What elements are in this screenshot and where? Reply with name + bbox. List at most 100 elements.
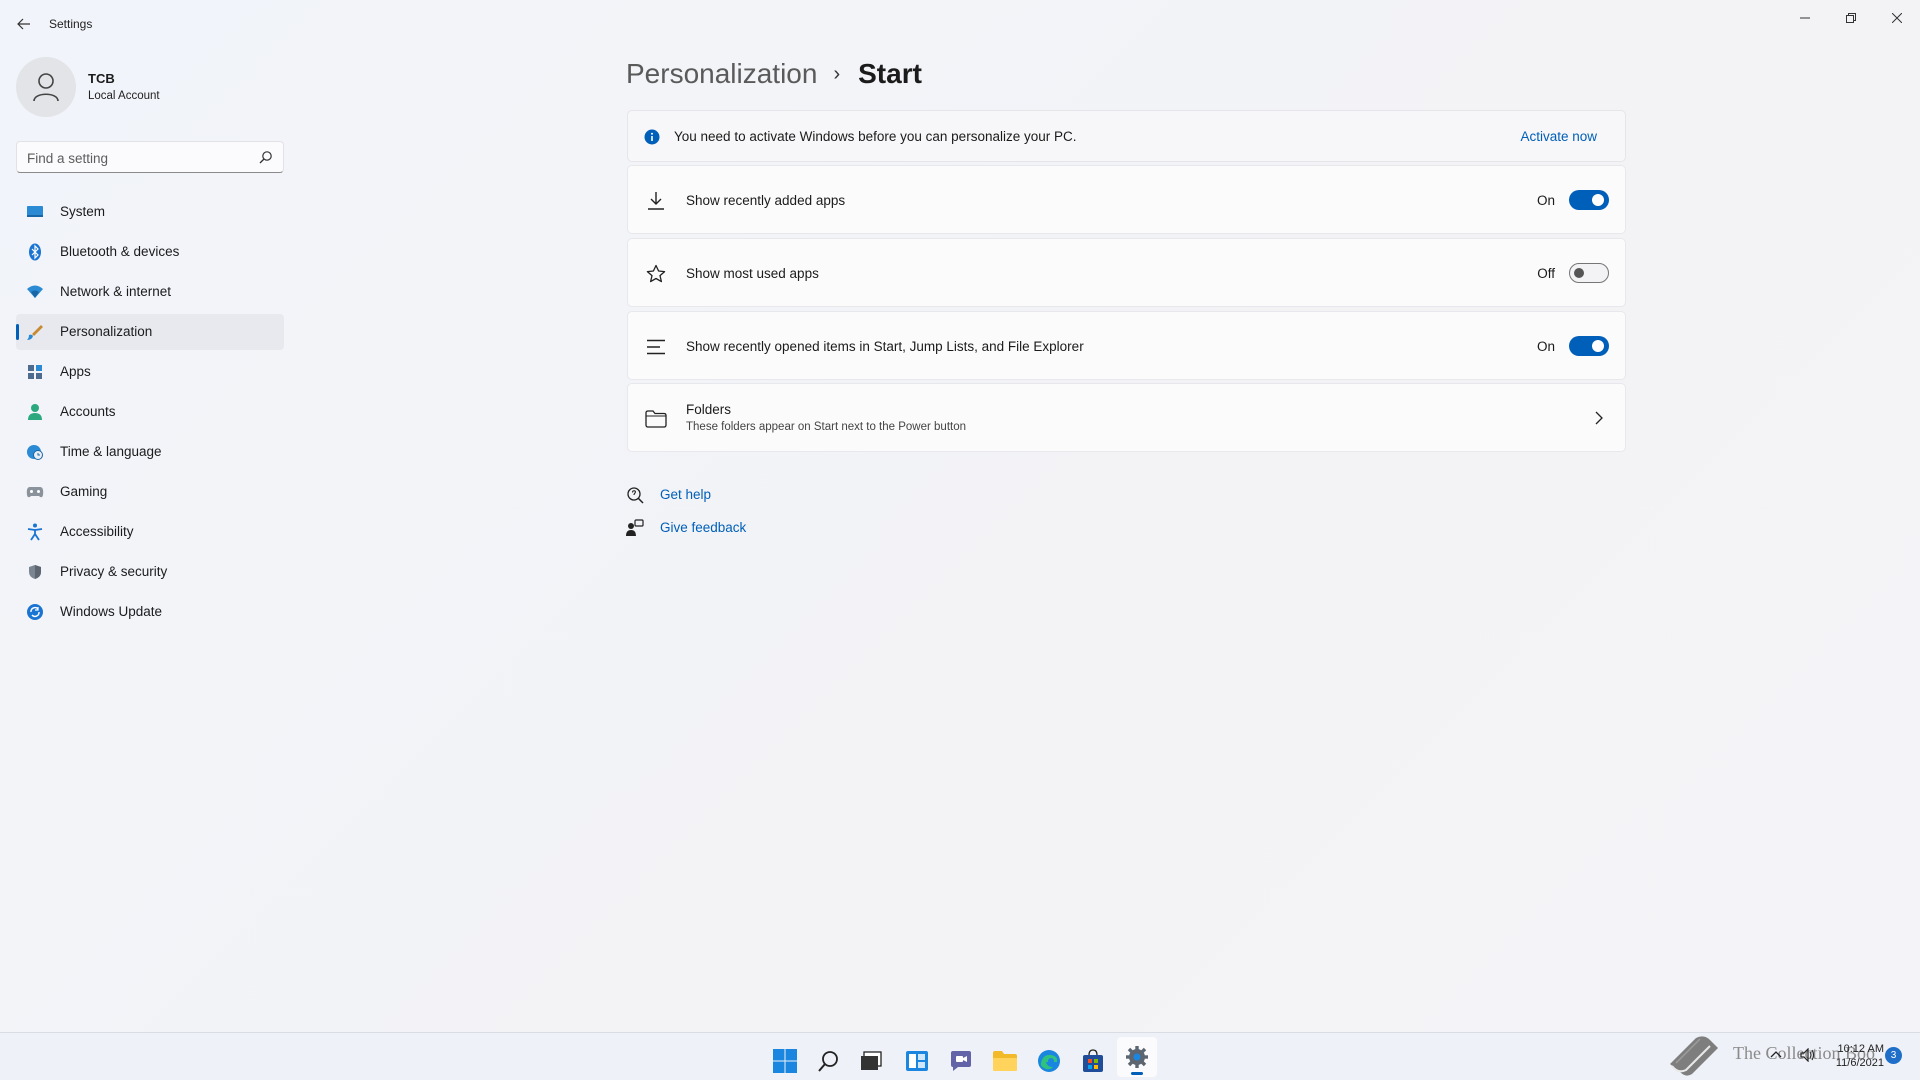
activate-now-link[interactable]: Activate now	[1520, 129, 1597, 144]
folder-icon	[644, 407, 668, 431]
sidebar-item-privacy[interactable]: Privacy & security	[16, 554, 284, 590]
app-title: Settings	[49, 17, 93, 31]
notification-badge[interactable]: 3	[1885, 1047, 1902, 1064]
gamepad-icon	[26, 483, 44, 501]
accessibility-icon	[26, 523, 44, 541]
start-button[interactable]	[765, 1041, 805, 1080]
activation-banner: You need to activate Windows before you …	[627, 110, 1626, 162]
close-icon	[1892, 13, 1902, 23]
toggle-state: Off	[1537, 266, 1555, 281]
sidebar-item-time-language[interactable]: Time & language	[16, 434, 284, 470]
sidebar-item-windows-update[interactable]: Windows Update	[16, 594, 284, 630]
speaker-icon[interactable]	[1800, 1048, 1816, 1062]
info-icon	[644, 129, 660, 145]
setting-folders[interactable]: Folders These folders appear on Start ne…	[627, 383, 1626, 452]
chat-button[interactable]	[941, 1041, 981, 1080]
sidebar-item-network[interactable]: Network & internet	[16, 274, 284, 310]
file-explorer-button[interactable]	[985, 1041, 1025, 1080]
settings-taskbar-button[interactable]	[1117, 1037, 1157, 1077]
toggle-knob	[1574, 268, 1584, 278]
sidebar-item-label: System	[60, 204, 106, 219]
gear-icon	[1126, 1046, 1148, 1068]
minimize-button[interactable]	[1782, 4, 1828, 32]
windows-logo-icon	[773, 1049, 797, 1073]
breadcrumb-parent[interactable]: Personalization	[626, 58, 817, 90]
restore-button[interactable]	[1828, 4, 1874, 32]
widgets-icon	[906, 1051, 928, 1071]
setting-most-used-apps: Show most used apps Off	[627, 238, 1626, 307]
recently-opened-items-toggle[interactable]	[1569, 336, 1609, 356]
back-button[interactable]	[10, 12, 38, 36]
feedback-icon	[626, 519, 644, 537]
list-icon	[644, 335, 668, 359]
setting-recently-opened-items: Show recently opened items in Start, Jum…	[627, 311, 1626, 380]
sidebar-item-accessibility[interactable]: Accessibility	[16, 514, 284, 550]
sidebar-item-gaming[interactable]: Gaming	[16, 474, 284, 510]
edge-browser-icon	[1038, 1050, 1060, 1072]
avatar	[16, 57, 76, 117]
sidebar-item-apps[interactable]: Apps	[16, 354, 284, 390]
user-name: TCB	[88, 71, 115, 86]
chevron-right-icon	[1595, 411, 1603, 425]
page-title: Start	[858, 58, 922, 89]
recently-added-apps-toggle[interactable]	[1569, 190, 1609, 210]
sidebar-item-accounts[interactable]: Accounts	[16, 394, 284, 430]
clock-date: 11/6/2021	[1835, 1057, 1884, 1069]
toggle-knob	[1592, 340, 1604, 352]
give-feedback-link[interactable]: Give feedback	[626, 517, 746, 539]
taskbar-clock[interactable]: 10:12 AM 11/6/2021	[1826, 1042, 1884, 1070]
chevron-up-icon[interactable]	[1770, 1050, 1782, 1058]
settings-window: Settings TCB Local Account System Blueto…	[0, 0, 1920, 1032]
search-icon[interactable]	[259, 150, 273, 164]
star-icon	[644, 262, 668, 286]
store-button[interactable]	[1073, 1041, 1113, 1080]
clock-time: 10:12 AM	[1837, 1043, 1884, 1055]
update-icon	[26, 603, 44, 621]
breadcrumb: Personalization › Start	[626, 52, 922, 96]
help-chat-icon	[626, 486, 644, 504]
restore-icon	[1846, 13, 1856, 23]
sidebar-item-label: Gaming	[60, 484, 108, 499]
get-help-text[interactable]: Get help	[660, 487, 711, 502]
sidebar-item-bluetooth[interactable]: Bluetooth & devices	[16, 234, 284, 270]
close-button[interactable]	[1874, 4, 1920, 32]
shield-icon	[26, 563, 44, 581]
give-feedback-text[interactable]: Give feedback	[660, 520, 746, 535]
taskbar	[0, 1032, 1920, 1080]
get-help-link[interactable]: Get help	[626, 484, 711, 506]
toggle-state: On	[1536, 193, 1555, 208]
toggle-knob	[1592, 194, 1604, 206]
chevron-right-icon: ›	[833, 62, 841, 85]
download-icon	[644, 189, 668, 213]
arrow-left-icon	[17, 18, 30, 30]
setting-label: Show recently added apps	[686, 193, 846, 208]
sidebar-item-label: Network & internet	[60, 284, 172, 299]
account-type: Local Account	[88, 90, 160, 102]
sidebar-item-label: Bluetooth & devices	[60, 244, 180, 259]
widgets-button[interactable]	[897, 1041, 937, 1080]
sidebar-item-personalization[interactable]: Personalization	[16, 314, 284, 350]
setting-label: Show most used apps	[686, 266, 819, 281]
edge-button[interactable]	[1029, 1041, 1069, 1080]
task-view-button[interactable]	[851, 1041, 891, 1080]
sidebar-item-system[interactable]: System	[16, 194, 284, 230]
setting-title: Folders	[686, 402, 732, 417]
most-used-apps-toggle[interactable]	[1569, 263, 1609, 283]
title-bar: Settings	[0, 0, 1920, 48]
toggle-state: On	[1536, 339, 1555, 354]
setting-label: Show recently opened items in Start, Jum…	[686, 339, 1084, 354]
person-icon	[26, 403, 44, 421]
sidebar-nav: System Bluetooth & devices Network & int…	[16, 194, 284, 634]
search-input[interactable]	[27, 148, 247, 168]
sidebar-item-label: Windows Update	[60, 604, 163, 619]
setting-description: These folders appear on Start next to th…	[686, 421, 967, 433]
brush-icon	[26, 323, 44, 341]
system-icon	[26, 203, 44, 221]
sidebar-item-label: Apps	[60, 364, 91, 379]
wifi-icon	[26, 283, 44, 301]
folder-icon	[993, 1051, 1017, 1071]
globe-clock-icon	[26, 443, 44, 461]
sidebar-item-label: Time & language	[60, 444, 162, 459]
taskbar-search-button[interactable]	[809, 1041, 849, 1080]
search-box[interactable]	[16, 141, 284, 173]
